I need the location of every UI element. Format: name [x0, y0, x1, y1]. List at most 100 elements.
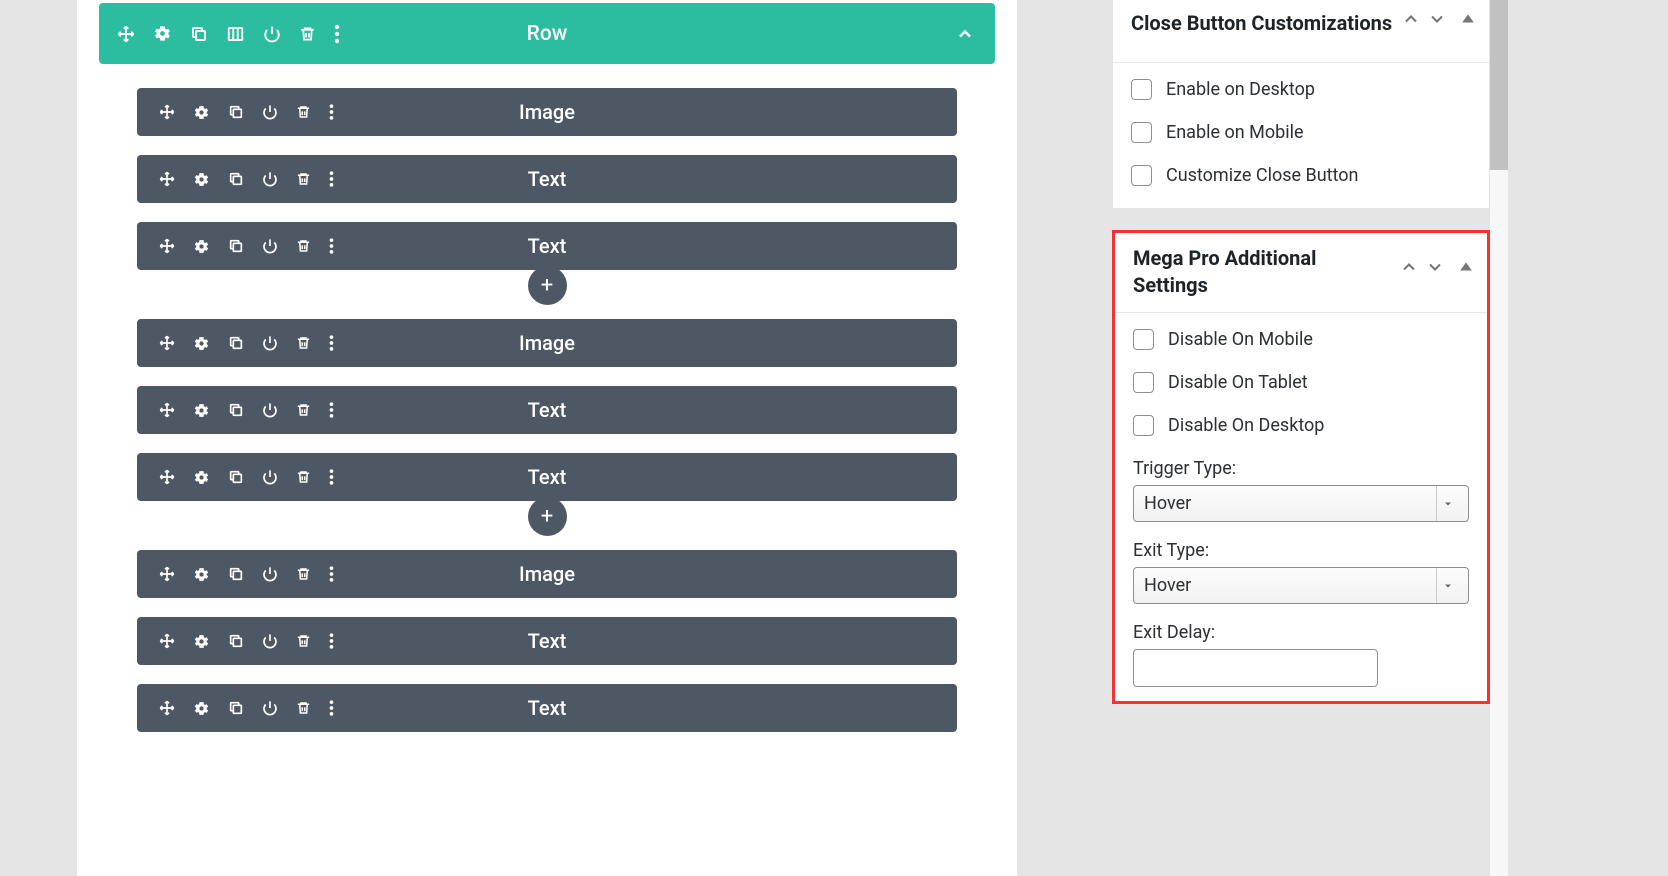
trash-icon[interactable]: [296, 402, 311, 418]
panel-header[interactable]: Mega Pro Additional Settings: [1115, 233, 1487, 313]
chevron-down-icon[interactable]: [1425, 257, 1445, 277]
checkbox-disable-desktop[interactable]: [1133, 415, 1154, 436]
gear-icon[interactable]: [153, 24, 172, 43]
checkbox-disable-tablet[interactable]: [1133, 372, 1154, 393]
checkbox-customize-close[interactable]: [1131, 165, 1152, 186]
more-icon[interactable]: [334, 24, 340, 44]
panel-mega-pro-settings: Mega Pro Additional Settings Disable On …: [1112, 230, 1490, 704]
block-text[interactable]: Text: [137, 155, 957, 203]
block-image[interactable]: Image: [137, 319, 957, 367]
power-icon[interactable]: [263, 25, 281, 43]
move-icon[interactable]: [159, 335, 175, 351]
block-image[interactable]: Image: [137, 550, 957, 598]
gear-icon[interactable]: [193, 700, 210, 717]
duplicate-icon[interactable]: [228, 633, 244, 649]
trash-icon[interactable]: [296, 104, 311, 120]
trash-icon[interactable]: [296, 566, 311, 582]
power-icon[interactable]: [262, 238, 278, 254]
more-icon[interactable]: [329, 237, 334, 255]
move-icon[interactable]: [159, 171, 175, 187]
move-icon[interactable]: [159, 238, 175, 254]
move-icon[interactable]: [159, 700, 175, 716]
trash-icon[interactable]: [296, 335, 311, 351]
more-icon[interactable]: [329, 632, 334, 650]
duplicate-icon[interactable]: [228, 335, 244, 351]
builder-canvas: Row Image: [77, 0, 1017, 876]
power-icon[interactable]: [262, 104, 278, 120]
duplicate-icon[interactable]: [228, 700, 244, 716]
collapse-icon[interactable]: [1459, 260, 1473, 274]
more-icon[interactable]: [329, 468, 334, 486]
chevron-down-icon[interactable]: [1427, 9, 1447, 29]
move-icon[interactable]: [159, 469, 175, 485]
trash-icon[interactable]: [296, 633, 311, 649]
gear-icon[interactable]: [193, 469, 210, 486]
block-text[interactable]: Text: [137, 386, 957, 434]
duplicate-icon[interactable]: [228, 238, 244, 254]
duplicate-icon[interactable]: [228, 171, 244, 187]
trash-icon[interactable]: [296, 171, 311, 187]
block-text[interactable]: Text: [137, 684, 957, 732]
move-icon[interactable]: [117, 25, 135, 43]
power-icon[interactable]: [262, 171, 278, 187]
block-text[interactable]: Text: [137, 453, 957, 501]
checkbox-enable-desktop[interactable]: [1131, 79, 1152, 100]
power-icon[interactable]: [262, 469, 278, 485]
exit-type-select[interactable]: Hover: [1133, 567, 1469, 604]
block-toolbar: [137, 401, 334, 419]
power-icon[interactable]: [262, 633, 278, 649]
panel-header[interactable]: Close Button Customizations: [1113, 0, 1489, 63]
duplicate-icon[interactable]: [228, 104, 244, 120]
duplicate-icon[interactable]: [228, 402, 244, 418]
scrollbar-thumb[interactable]: [1490, 0, 1508, 170]
checkbox-disable-mobile[interactable]: [1133, 329, 1154, 350]
duplicate-icon[interactable]: [228, 566, 244, 582]
power-icon[interactable]: [262, 566, 278, 582]
duplicate-icon[interactable]: [228, 469, 244, 485]
chevron-up-icon[interactable]: [955, 24, 975, 44]
block-text[interactable]: Text: [137, 617, 957, 665]
move-icon[interactable]: [159, 402, 175, 418]
panel-controls: [1401, 9, 1475, 29]
power-icon[interactable]: [262, 700, 278, 716]
trigger-type-select[interactable]: Hover: [1133, 485, 1469, 522]
gear-icon[interactable]: [193, 104, 210, 121]
power-icon[interactable]: [262, 335, 278, 351]
gear-icon[interactable]: [193, 238, 210, 255]
row-header[interactable]: Row: [99, 3, 995, 64]
trash-icon[interactable]: [299, 25, 316, 43]
chevron-up-icon[interactable]: [1401, 9, 1421, 29]
block-text[interactable]: Text: [137, 222, 957, 270]
more-icon[interactable]: [329, 565, 334, 583]
chevron-up-icon[interactable]: [1399, 257, 1419, 277]
block-toolbar: [137, 468, 334, 486]
exit-delay-label: Exit Delay:: [1133, 622, 1469, 643]
gear-icon[interactable]: [193, 566, 210, 583]
trash-icon[interactable]: [296, 469, 311, 485]
block-image[interactable]: Image: [137, 88, 957, 136]
exit-delay-input[interactable]: [1133, 649, 1378, 687]
trash-icon[interactable]: [296, 238, 311, 254]
move-icon[interactable]: [159, 104, 175, 120]
checkbox-row: Disable On Mobile: [1133, 329, 1469, 350]
duplicate-icon[interactable]: [190, 25, 208, 43]
gear-icon[interactable]: [193, 171, 210, 188]
gear-icon[interactable]: [193, 633, 210, 650]
gear-icon[interactable]: [193, 402, 210, 419]
collapse-icon[interactable]: [1461, 12, 1475, 26]
gear-icon[interactable]: [193, 335, 210, 352]
columns-icon[interactable]: [226, 25, 245, 43]
move-icon[interactable]: [159, 633, 175, 649]
checkbox-enable-mobile[interactable]: [1131, 122, 1152, 143]
trash-icon[interactable]: [296, 700, 311, 716]
more-icon[interactable]: [329, 103, 334, 121]
more-icon[interactable]: [329, 170, 334, 188]
more-icon[interactable]: [329, 401, 334, 419]
move-icon[interactable]: [159, 566, 175, 582]
add-block-button[interactable]: +: [528, 497, 567, 536]
more-icon[interactable]: [329, 699, 334, 717]
add-block-button[interactable]: +: [528, 266, 567, 305]
panel-title: Close Button Customizations: [1131, 0, 1392, 37]
more-icon[interactable]: [329, 334, 334, 352]
power-icon[interactable]: [262, 402, 278, 418]
